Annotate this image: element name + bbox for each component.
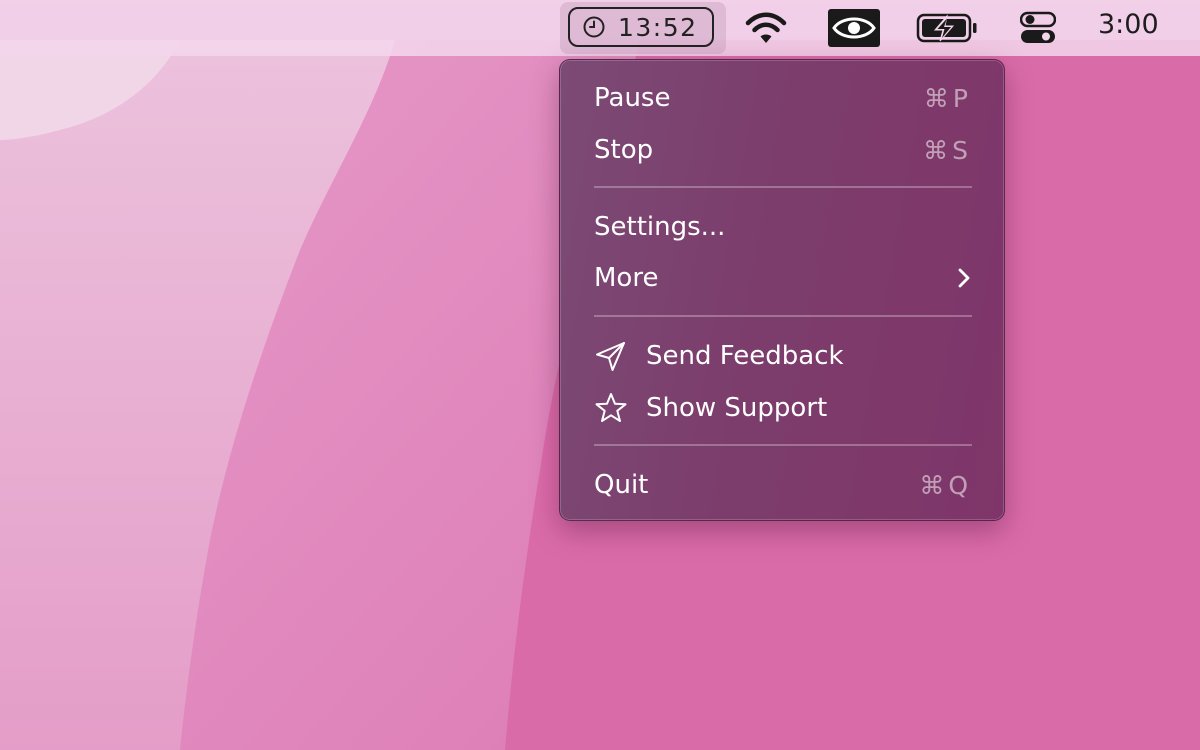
menu-item-send-feedback[interactable]: Send Feedback: [574, 332, 992, 380]
shortcut-quit: ⌘Q: [919, 470, 972, 500]
menu-item-label: Send Feedback: [646, 341, 844, 371]
chevron-right-icon: [958, 268, 970, 288]
menu-item-show-support[interactable]: Show Support: [574, 384, 992, 432]
shortcut-stop: ⌘S: [923, 135, 972, 165]
menu-item-more[interactable]: More: [574, 254, 992, 302]
eye-icon[interactable]: [828, 9, 880, 47]
menu-item-settings[interactable]: Settings...: [574, 203, 992, 251]
paper-plane-icon: [596, 342, 625, 371]
timer-time: 13:52: [618, 12, 698, 42]
menu-item-pause[interactable]: Pause ⌘P: [574, 74, 992, 122]
menu-bar: 13:52 3:00: [0, 0, 1200, 56]
menu-item-quit[interactable]: Quit ⌘Q: [574, 461, 992, 509]
battery-charging-icon[interactable]: [916, 12, 978, 44]
menu-separator: [594, 315, 972, 317]
control-center-icon[interactable]: [1020, 11, 1056, 45]
menu-separator: [594, 444, 972, 446]
timer-clock-icon: [583, 16, 605, 38]
shortcut-pause: ⌘P: [923, 83, 972, 113]
menu-item-label: Settings...: [594, 212, 726, 242]
timer-status-item[interactable]: 13:52: [568, 7, 714, 47]
menu-separator: [594, 186, 972, 188]
wifi-icon[interactable]: [744, 10, 788, 46]
menu-item-label: Pause: [594, 83, 671, 113]
menubar-clock[interactable]: 3:00: [1098, 9, 1159, 40]
menu-item-label: Quit: [594, 470, 649, 500]
star-icon: [595, 393, 627, 422]
menu-item-stop[interactable]: Stop ⌘S: [574, 126, 992, 174]
desktop: 13:52 3:00 Pause ⌘P Stop ⌘S Settings... …: [0, 0, 1200, 750]
menu-item-label: Show Support: [646, 393, 828, 423]
timer-dropdown-menu: Pause ⌘P Stop ⌘S Settings... More Send F…: [559, 59, 1005, 521]
menu-item-label: More: [594, 263, 659, 293]
menu-item-label: Stop: [594, 135, 654, 165]
